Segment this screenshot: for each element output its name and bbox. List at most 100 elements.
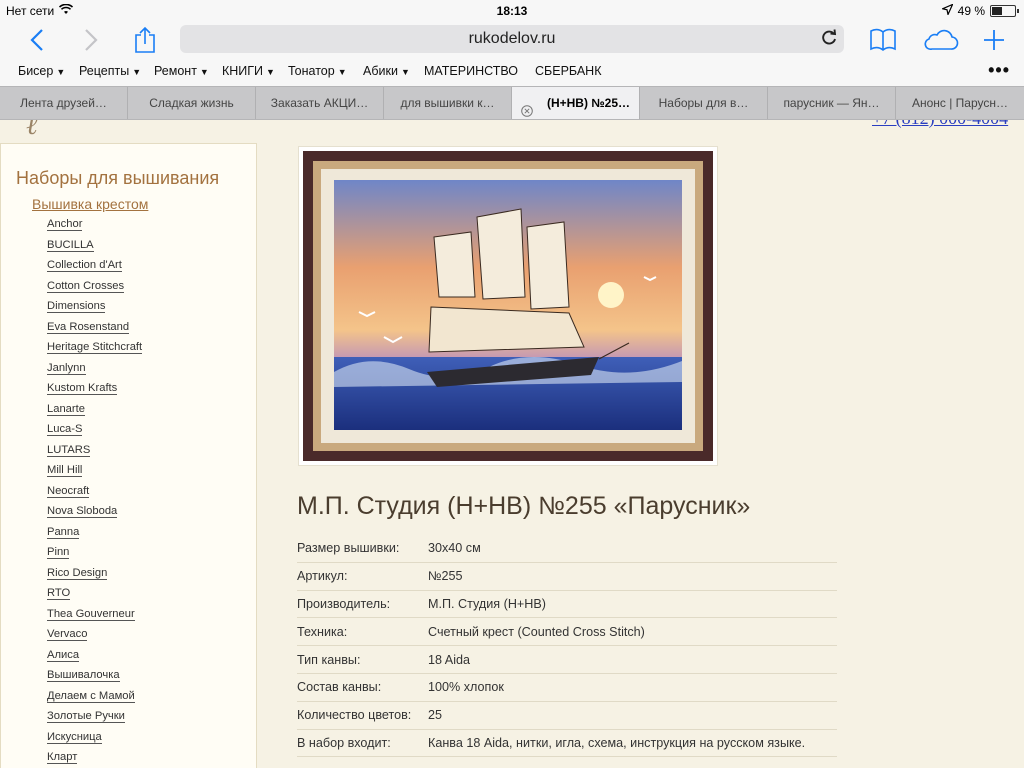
battery-level bbox=[992, 7, 1002, 15]
brand-link[interactable]: Mill Hill bbox=[47, 464, 83, 477]
bookmark-folder[interactable]: Рецепты ▼ bbox=[79, 64, 141, 78]
list-item: Janlynn bbox=[47, 361, 142, 383]
site-logo-fragment[interactable]: ℓ bbox=[26, 120, 38, 142]
brand-link[interactable]: Kustom Krafts bbox=[47, 382, 118, 395]
brand-link[interactable]: Anchor bbox=[47, 218, 83, 231]
chevron-down-icon: ▼ bbox=[56, 67, 66, 77]
bookmark-link[interactable]: МАТЕРИНСТВО bbox=[424, 64, 518, 78]
list-item: Eva Rosenstand bbox=[47, 320, 142, 342]
tab[interactable]: Сладкая жизнь bbox=[128, 87, 256, 119]
brand-link[interactable]: Cotton Crosses bbox=[47, 279, 125, 293]
table-row: В набор входит: Канва 18 Aida, нитки, игл… bbox=[297, 729, 837, 758]
chevron-down-icon: ▼ bbox=[199, 67, 209, 77]
chevron-down-icon: ▼ bbox=[266, 67, 275, 77]
spec-key: Количество цветов: bbox=[297, 701, 428, 730]
clock: 18:13 bbox=[496, 4, 528, 18]
brand-link[interactable]: Panna bbox=[47, 525, 80, 539]
reload-icon bbox=[822, 29, 837, 45]
share-icon bbox=[135, 26, 155, 53]
list-item: Делаем с Мамой bbox=[47, 689, 142, 711]
brand-link[interactable]: Eva Rosenstand bbox=[47, 320, 130, 334]
brand-link[interactable]: Nova Sloboda bbox=[47, 505, 118, 518]
table-row: Тип канвы: 18 Aida bbox=[297, 645, 837, 674]
brand-link[interactable]: Luca-S bbox=[47, 423, 83, 436]
list-item: Кларт bbox=[47, 751, 142, 768]
list-item: Collection d'Art bbox=[47, 259, 142, 280]
list-item: Pinn bbox=[47, 546, 142, 567]
brand-link[interactable]: Thea Gouverneur bbox=[47, 607, 135, 621]
product-image[interactable] bbox=[298, 146, 718, 466]
brand-link[interactable]: RTO bbox=[47, 587, 71, 600]
bookmark-folder[interactable]: Тонатор ▼ bbox=[288, 64, 347, 78]
brand-link[interactable]: LUTARS bbox=[47, 443, 91, 457]
brand-link[interactable]: Кларт bbox=[47, 751, 78, 764]
back-button[interactable] bbox=[22, 24, 52, 56]
spec-key: Артикул: bbox=[297, 562, 428, 591]
chevron-down-icon: ▼ bbox=[132, 67, 142, 77]
brand-link[interactable]: Делаем с Мамой bbox=[47, 689, 135, 703]
close-tab-button[interactable] bbox=[521, 97, 533, 119]
list-item: Neocraft bbox=[47, 484, 142, 506]
phone-link[interactable]: +7 (812) 000-4004 bbox=[872, 120, 1008, 129]
brand-link[interactable]: Lanarte bbox=[47, 402, 85, 416]
chevron-down-icon: ▼ bbox=[400, 67, 410, 77]
table-row: Техника: Счетный крест (Counted Cross Sti… bbox=[297, 617, 837, 647]
brand-link[interactable]: Золотые Ручки bbox=[47, 710, 125, 723]
bookmark-folder[interactable]: Ремонт ▼ bbox=[154, 64, 209, 78]
more-bookmarks-icon[interactable]: ••• bbox=[988, 60, 1010, 81]
list-item: Vervaco bbox=[47, 628, 142, 649]
category-title: Наборы для вышивания bbox=[16, 168, 220, 188]
table-row: Количество цветов: 25 bbox=[297, 701, 837, 730]
tab[interactable]: Анонс | Парусн… bbox=[896, 87, 1024, 119]
spec-key: Состав канвы: bbox=[297, 673, 428, 702]
forward-button[interactable] bbox=[76, 24, 106, 56]
category-sidebar: Наборы для вышивания Вышивка крестом Anc… bbox=[0, 143, 257, 768]
table-row: Состав канвы: 100% хлопок bbox=[297, 673, 837, 702]
tab[interactable]: Заказать АКЦИ… bbox=[256, 87, 384, 119]
spec-key: Производитель: bbox=[297, 590, 428, 619]
brand-link[interactable]: Neocraft bbox=[47, 484, 90, 498]
web-page: ℓ +7 (812) 000-4004 Наборы для вышивания… bbox=[0, 120, 1024, 768]
tab[interactable]: парусник — Ян… bbox=[768, 87, 896, 119]
tab-active[interactable]: (Н+НВ) №25… bbox=[512, 87, 640, 119]
bookmarks-button[interactable] bbox=[868, 24, 898, 56]
brand-link[interactable]: Алиса bbox=[47, 648, 80, 662]
brand-link[interactable]: Heritage Stitchcraft bbox=[47, 341, 143, 354]
icloud-tabs-button[interactable] bbox=[921, 24, 961, 56]
brand-link[interactable]: Janlynn bbox=[47, 361, 86, 375]
battery-percent: 49 % bbox=[957, 4, 985, 18]
new-tab-button[interactable] bbox=[980, 24, 1008, 56]
spec-key: Тип канвы: bbox=[297, 645, 428, 674]
brand-link[interactable]: Vervaco bbox=[47, 628, 88, 641]
spec-value: 25 bbox=[428, 701, 837, 730]
list-item: Kustom Krafts bbox=[47, 382, 142, 403]
address-bar[interactable]: rukodelov.ru bbox=[180, 25, 844, 53]
reload-button[interactable] bbox=[820, 29, 838, 57]
brand-link[interactable]: BUCILLA bbox=[47, 238, 94, 252]
bookmark-link[interactable]: СБЕРБАНК bbox=[535, 64, 601, 78]
sailboat-embroidery-image bbox=[303, 151, 713, 461]
bookmark-folder[interactable]: Абики ▼ bbox=[363, 64, 410, 78]
list-item: BUCILLA bbox=[47, 238, 142, 260]
list-item: Rico Design bbox=[47, 566, 142, 588]
tab[interactable]: Наборы для в… bbox=[640, 87, 768, 119]
subcategory-link[interactable]: Вышивка крестом bbox=[32, 196, 148, 212]
list-item: LUTARS bbox=[47, 443, 142, 465]
table-row: Производитель: М.П. Студия (Н+НВ) bbox=[297, 590, 837, 619]
close-icon bbox=[521, 105, 533, 117]
brand-link[interactable]: Rico Design bbox=[47, 566, 108, 580]
brand-link[interactable]: Искусница bbox=[47, 730, 102, 744]
tab[interactable]: Лента друзей… bbox=[0, 87, 128, 119]
spec-value: №255 bbox=[428, 562, 837, 591]
brand-link[interactable]: Dimensions bbox=[47, 300, 106, 313]
brand-link[interactable]: Вышивалочка bbox=[47, 669, 120, 682]
tab[interactable]: для вышивки к… bbox=[384, 87, 512, 119]
list-item: Вышивалочка bbox=[47, 669, 142, 690]
brand-link[interactable]: Pinn bbox=[47, 546, 70, 559]
bookmark-folder[interactable]: Бисер ▼ bbox=[18, 64, 65, 78]
brand-link[interactable]: Collection d'Art bbox=[47, 259, 122, 272]
list-item: Thea Gouverneur bbox=[47, 607, 142, 629]
list-item: Lanarte bbox=[47, 402, 142, 424]
bookmark-folder[interactable]: КНИГИ ▼ bbox=[222, 64, 275, 78]
share-button[interactable] bbox=[130, 24, 160, 56]
